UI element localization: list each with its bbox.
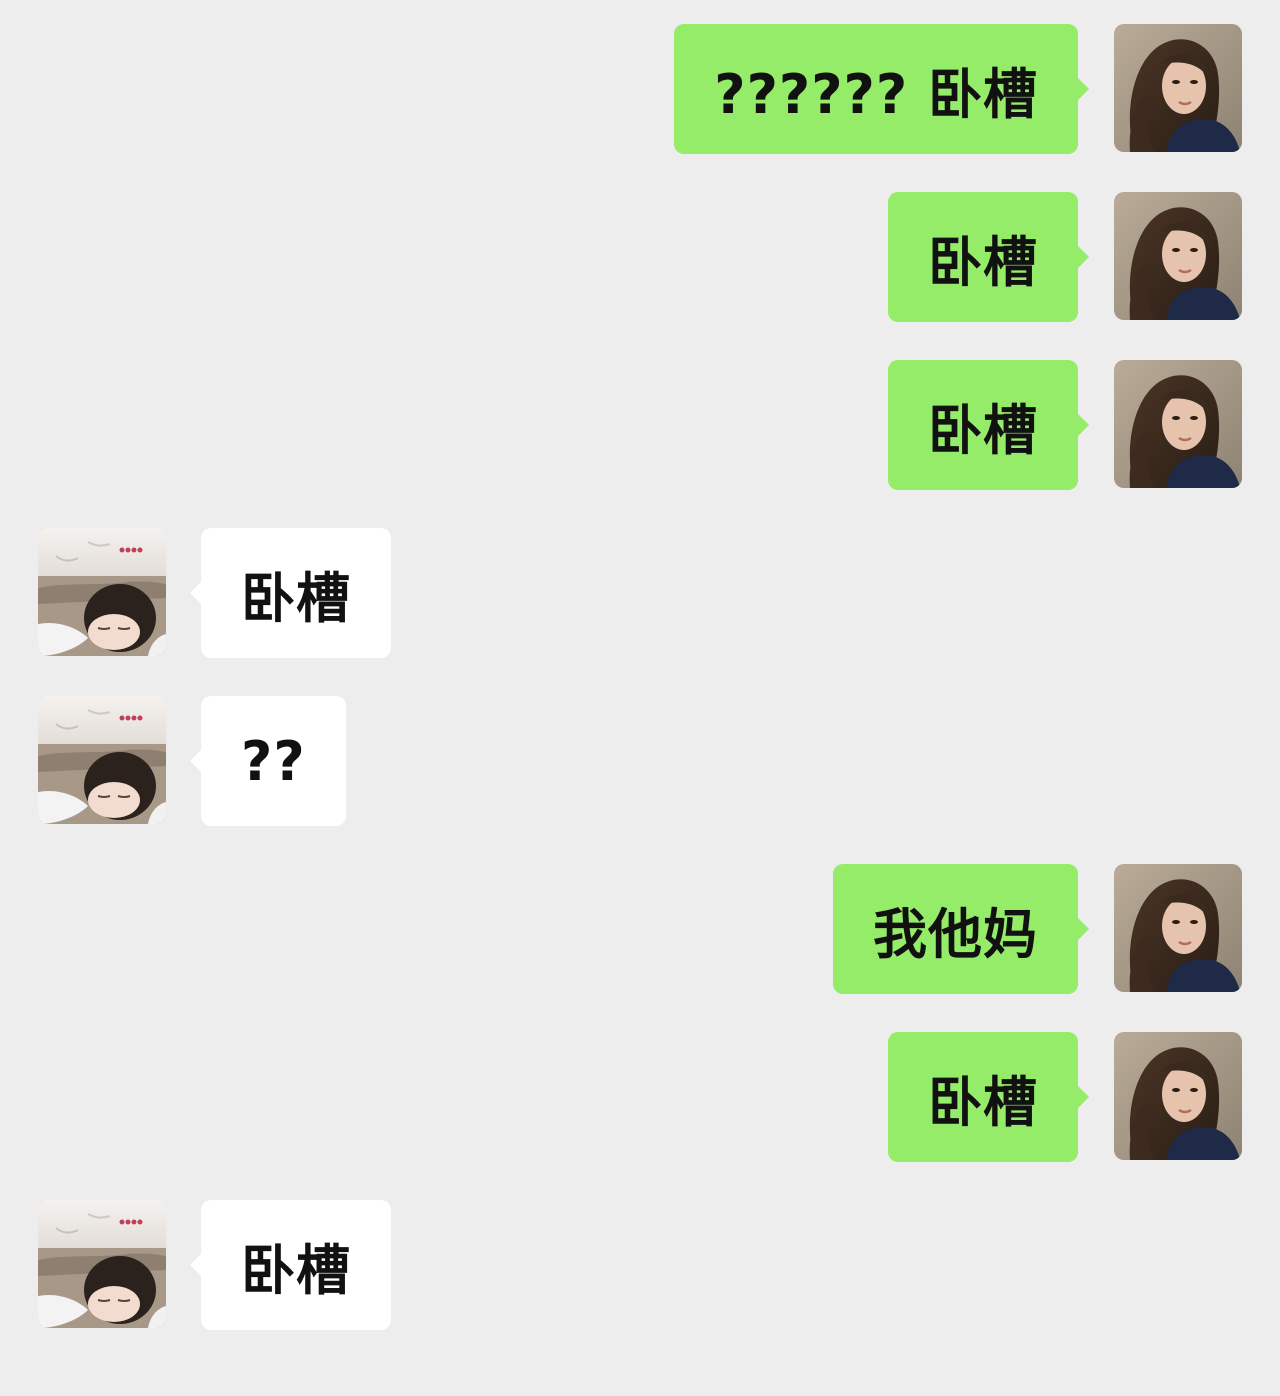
message-row: ?? <box>0 696 1280 826</box>
contact-avatar[interactable] <box>38 1200 166 1328</box>
message-text: 卧槽 <box>241 1238 351 1302</box>
self-avatar[interactable] <box>1114 24 1242 152</box>
bubble-tail <box>190 1253 202 1277</box>
contact-avatar[interactable] <box>38 528 166 656</box>
bubble-tail <box>190 749 202 773</box>
self-avatar[interactable] <box>1114 192 1242 320</box>
outgoing-message-bubble[interactable]: 我他妈 <box>833 864 1089 994</box>
message-row: 卧槽 <box>0 1200 1280 1330</box>
message-row: 卧槽 <box>0 1032 1280 1162</box>
message-row: 我他妈 <box>0 864 1280 994</box>
self-avatar[interactable] <box>1114 1032 1242 1160</box>
chat-area[interactable]: ?????? 卧槽 卧槽 卧槽 卧槽 ?? 我他妈 卧槽 卧槽 <box>0 0 1280 1396</box>
contact-avatar[interactable] <box>38 696 166 824</box>
bubble-tail <box>1077 413 1089 437</box>
message-text: 卧槽 <box>928 398 1038 462</box>
bubble-tail <box>1077 1085 1089 1109</box>
bubble-tail <box>1077 917 1089 941</box>
message-row: 卧槽 <box>0 360 1280 490</box>
incoming-message-bubble[interactable]: 卧槽 <box>190 528 391 658</box>
outgoing-message-bubble[interactable]: ?????? 卧槽 <box>674 24 1089 154</box>
self-avatar[interactable] <box>1114 864 1242 992</box>
message-text: 卧槽 <box>928 230 1038 294</box>
bubble-tail <box>1077 77 1089 101</box>
message-text: ?????? 卧槽 <box>714 62 1038 126</box>
bubble-tail <box>190 581 202 605</box>
message-text: ?? <box>241 729 306 793</box>
outgoing-message-bubble[interactable]: 卧槽 <box>888 1032 1089 1162</box>
message-row: 卧槽 <box>0 192 1280 322</box>
message-row: 卧槽 <box>0 528 1280 658</box>
message-text: 卧槽 <box>241 566 351 630</box>
message-row: ?????? 卧槽 <box>0 24 1280 154</box>
message-text: 卧槽 <box>928 1070 1038 1134</box>
incoming-message-bubble[interactable]: ?? <box>190 696 346 826</box>
message-text: 我他妈 <box>873 902 1038 966</box>
outgoing-message-bubble[interactable]: 卧槽 <box>888 192 1089 322</box>
incoming-message-bubble[interactable]: 卧槽 <box>190 1200 391 1330</box>
outgoing-message-bubble[interactable]: 卧槽 <box>888 360 1089 490</box>
bubble-tail <box>1077 245 1089 269</box>
self-avatar[interactable] <box>1114 360 1242 488</box>
